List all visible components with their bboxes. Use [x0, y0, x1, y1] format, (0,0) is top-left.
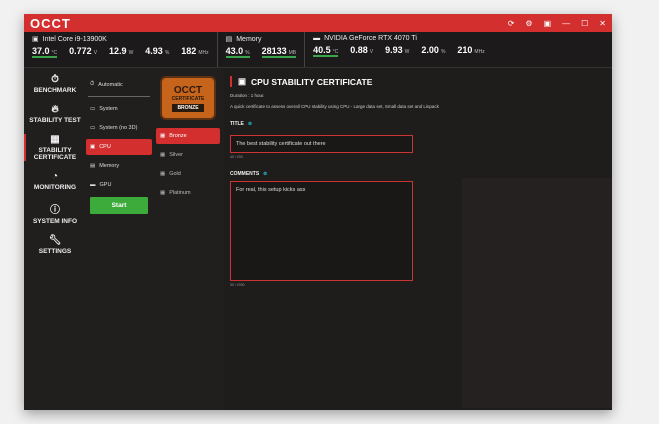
camera-icon[interactable]: ▣ [544, 19, 552, 28]
nav-stability-certificate[interactable]: ▦ STABILITY CERTIFICATE [24, 134, 86, 161]
stopwatch-icon: ⏱ [51, 74, 59, 85]
minimize-icon[interactable]: — [562, 19, 570, 28]
level-platinum[interactable]: ▦ Platinum [156, 185, 220, 201]
memory-usage: 43.0% [225, 46, 250, 58]
mode-system-no3d[interactable]: ▭ System (no 3D) [86, 120, 152, 136]
title-char-count: 40 / 200 [230, 155, 243, 159]
duration-text: Duration : 1 hour. [230, 93, 265, 98]
divider [88, 96, 150, 97]
mode-cpu[interactable]: ▣ CPU [86, 139, 152, 155]
gauge-icon: ◔ [51, 171, 59, 182]
nav-system-info[interactable]: ⓘ SYSTEM INFO [24, 201, 86, 225]
gpu-name: NVIDIA GeForce RTX 4070 Ti [324, 35, 417, 42]
memory-used: 28133 MB [261, 46, 297, 58]
memory-icon: ▤ [225, 36, 233, 43]
gpu-power: 9.93 W [385, 45, 410, 55]
certificate-icon: ▦ [160, 152, 166, 158]
level-gold[interactable]: ▦ Gold [156, 166, 220, 182]
certificate-panel: ▣ CPU STABILITY CERTIFICATE Duration : 1 … [224, 68, 612, 410]
monitor-bar: ▣ Intel Core i9-13900K 37.0 °C 0.772 V 12.9… [24, 32, 612, 68]
nav-settings[interactable]: 🔧︎ SETTINGS [24, 235, 86, 255]
nav-monitoring[interactable]: ◔ MONITORING [24, 171, 86, 191]
help-icon[interactable]: ⊗ [248, 121, 252, 127]
mode-automatic[interactable]: ⏱ Automatic [86, 76, 152, 93]
cpu-icon: ▣ [238, 76, 247, 86]
memory-monitor: ▤ Memory 43.0% 28133 MB [218, 32, 306, 67]
start-button[interactable]: Start [90, 197, 148, 214]
title-bar: OCCT ⟳ ⚙ ▣ — ☐ ✕ [24, 14, 612, 32]
close-icon[interactable]: ✕ [599, 19, 606, 28]
cpu-voltage: 0.772 V [69, 46, 98, 56]
wrench-icon: 🔧︎ [48, 235, 62, 246]
page-title: ▣ CPU STABILITY CERTIFICATE [230, 76, 606, 87]
cpu-icon: ▣ [90, 144, 96, 150]
level-list: OCCT CERTIFICATE BRONZE ▦ Bronze ▦ Silver ▦ G… [152, 68, 224, 410]
certificate-icon: ▦ [160, 133, 166, 139]
gpu-voltage: 0.88 V [350, 45, 374, 55]
gpu-temp: 40.5 °C [313, 45, 339, 57]
occt-logo: OCCT [30, 15, 71, 31]
cpu-clock: 182 MHz [181, 46, 209, 56]
cpu-icon: ▣ [32, 36, 39, 43]
description-text: A quick certificate to assess overall CP… [230, 104, 439, 109]
level-silver[interactable]: ▦ Silver [156, 147, 220, 163]
certificate-icon: ▦ [160, 190, 166, 196]
cpu-usage: 4.93% [145, 46, 170, 56]
mode-list: ⏱ Automatic ▭ System ▭ System (no 3D) ▣ CPU … [86, 68, 152, 410]
laptop-icon: ▭ [90, 106, 96, 112]
cpu-name: Intel Core i9-13900K [42, 35, 107, 43]
gpu-clock: 210 MHz [457, 45, 485, 55]
settings-icon[interactable]: ⚙ [525, 19, 532, 28]
sidebar: ⏱ BENCHMARK 🔥︎ STABILITY TEST ▦ STABILITY C… [24, 68, 86, 410]
comments-char-count: 30 / 2000 [230, 283, 245, 287]
memory-name: Memory [236, 35, 262, 43]
occt-window: OCCT ⟳ ⚙ ▣ — ☐ ✕ ▣ Intel Core i9-13900K 3… [24, 14, 612, 410]
refresh-icon[interactable]: ⟳ [508, 19, 515, 28]
cpu-temp: 37.0 °C [32, 46, 58, 58]
mode-system[interactable]: ▭ System [86, 101, 152, 117]
bronze-certificate-badge: OCCT CERTIFICATE BRONZE [160, 76, 216, 120]
laptop-icon: ▭ [90, 125, 96, 131]
certificate-icon: ▦ [50, 134, 60, 145]
gpu-monitor: ▬ NVIDIA GeForce RTX 4070 Ti 40.5 °C 0.88 V… [305, 32, 493, 67]
flame-icon: 🔥︎ [51, 104, 59, 115]
maximize-icon[interactable]: ☐ [581, 19, 588, 28]
gpu-icon: ▬ [313, 35, 321, 42]
cpu-monitor: ▣ Intel Core i9-13900K 37.0 °C 0.772 V 12.9… [24, 32, 218, 67]
info-icon: ⓘ [50, 205, 60, 216]
gpu-icon: ▬ [90, 182, 96, 188]
certificate-icon: ▦ [160, 171, 166, 177]
title-input[interactable]: The best stability certificate out there [230, 135, 413, 153]
level-bronze[interactable]: ▦ Bronze [156, 128, 220, 144]
help-icon[interactable]: ⊗ [263, 171, 267, 177]
stopwatch-icon: ⏱ [90, 81, 95, 87]
mode-memory[interactable]: ▤ Memory [86, 158, 152, 174]
memory-icon: ▤ [90, 163, 96, 169]
title-label: TITLE ⊗ [230, 121, 253, 127]
cpu-power: 12.9 W [109, 46, 134, 56]
gpu-usage: 2.00% [421, 45, 446, 55]
comments-label: COMMENTS ⊗ [230, 171, 268, 177]
comments-textarea[interactable]: For real, this setup kicks ass [230, 181, 413, 281]
nav-stability-test[interactable]: 🔥︎ STABILITY TEST [24, 104, 86, 124]
mode-gpu[interactable]: ▬ GPU [86, 177, 152, 193]
nav-benchmark[interactable]: ⏱ BENCHMARK [24, 74, 86, 94]
